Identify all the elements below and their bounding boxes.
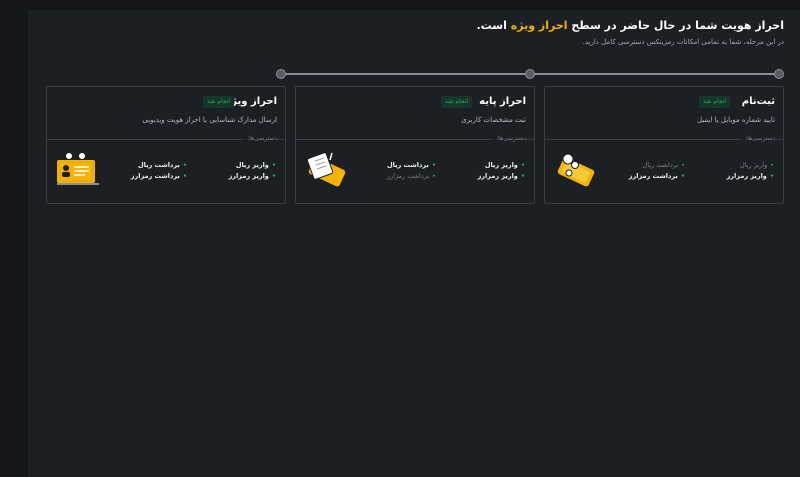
bullet-icon: • xyxy=(681,161,685,169)
access-item: •برداشت رمزارز xyxy=(386,172,436,180)
status-badge: انجام شد xyxy=(203,96,234,108)
card-title: احراز پایه xyxy=(479,96,526,107)
access-item: •برداشت رمزارز xyxy=(628,172,685,180)
access-label: دسترسی‌ها: xyxy=(492,135,526,142)
access-column-deposit: •واریز ریال •واریز رمزارز xyxy=(727,160,774,182)
access-item: •برداشت ریال xyxy=(642,161,686,169)
card-description: ثبت مشخصات کاربری xyxy=(461,116,526,124)
bullet-icon: • xyxy=(431,161,436,169)
bullet-icon: • xyxy=(769,172,774,180)
status-badge: انجام شد xyxy=(441,96,472,108)
document-illustration-icon xyxy=(306,152,346,187)
access-label: دسترسی‌ها: xyxy=(741,135,775,142)
access-item: •برداشت ریال xyxy=(137,161,187,169)
id-card-illustration-icon xyxy=(57,153,99,185)
step-dot-2 xyxy=(525,69,535,79)
bullet-icon: • xyxy=(520,161,525,169)
bullet-icon: • xyxy=(271,161,276,169)
access-item: •واریز ریال xyxy=(235,161,276,169)
level-card-premium: احراز ویژه انجام شد ارسال مدارک شناسایی … xyxy=(46,86,286,204)
card-description: ارسال مدارک شناسایی یا احراز هویت ویدیوی… xyxy=(142,116,277,124)
bullet-icon: • xyxy=(432,172,436,180)
access-column-withdraw: •برداشت ریال •برداشت رمزارز xyxy=(629,160,685,182)
left-gutter xyxy=(0,0,28,477)
bullet-icon: • xyxy=(680,172,685,180)
page-header: احراز هویت شما در حال حاضر در سطح احراز … xyxy=(476,19,784,47)
step-dot-3 xyxy=(276,69,286,79)
bullet-icon: • xyxy=(520,172,525,180)
access-item: •واریز ریال xyxy=(484,161,525,169)
access-item: •واریز رمزارز xyxy=(228,172,276,180)
access-column-deposit: •واریز ریال •واریز رمزارز xyxy=(478,160,525,182)
access-item: •واریز ریال xyxy=(739,161,774,169)
verification-panel: احراز هویت شما در حال حاضر در سطح احراز … xyxy=(28,10,800,477)
access-item: •برداشت رمزارز xyxy=(130,172,187,180)
bullet-icon: • xyxy=(182,172,187,180)
access-item: •واریز رمزارز xyxy=(726,172,774,180)
title-suffix: است. xyxy=(476,19,507,32)
access-column-deposit: •واریز ریال •واریز رمزارز xyxy=(229,160,276,182)
access-item: •برداشت ریال xyxy=(386,161,436,169)
page-subtitle: در این مرحله، شما به تمامی امکانات رمزین… xyxy=(582,38,784,46)
phone-illustration-icon xyxy=(557,153,595,187)
status-badge: انجام شد xyxy=(699,96,730,108)
step-dot-1 xyxy=(774,69,784,79)
card-description: تایید شماره موبایل یا ایمیل xyxy=(697,116,775,124)
card-title: ثبت‌نام xyxy=(741,96,775,107)
access-column-withdraw: •برداشت ریال •برداشت رمزارز xyxy=(131,160,187,182)
page-title: احراز هویت شما در حال حاضر در سطح احراز … xyxy=(476,19,784,33)
access-label: دسترسی‌ها: xyxy=(243,135,277,142)
title-prefix: احراز هویت شما در حال حاضر در سطح xyxy=(571,19,784,32)
access-column-withdraw: •برداشت ریال •برداشت رمزارز xyxy=(387,160,436,182)
level-card-basic: احراز پایه انجام شد ثبت مشخصات کاربری دس… xyxy=(295,86,535,204)
access-item: •واریز رمزارز xyxy=(477,172,525,180)
bullet-icon: • xyxy=(182,161,187,169)
level-card-registration: ثبت‌نام انجام شد تایید شماره موبایل یا ا… xyxy=(544,86,784,204)
title-level: احراز ویژه xyxy=(510,19,568,32)
bullet-icon: • xyxy=(770,161,774,169)
bullet-icon: • xyxy=(271,172,276,180)
